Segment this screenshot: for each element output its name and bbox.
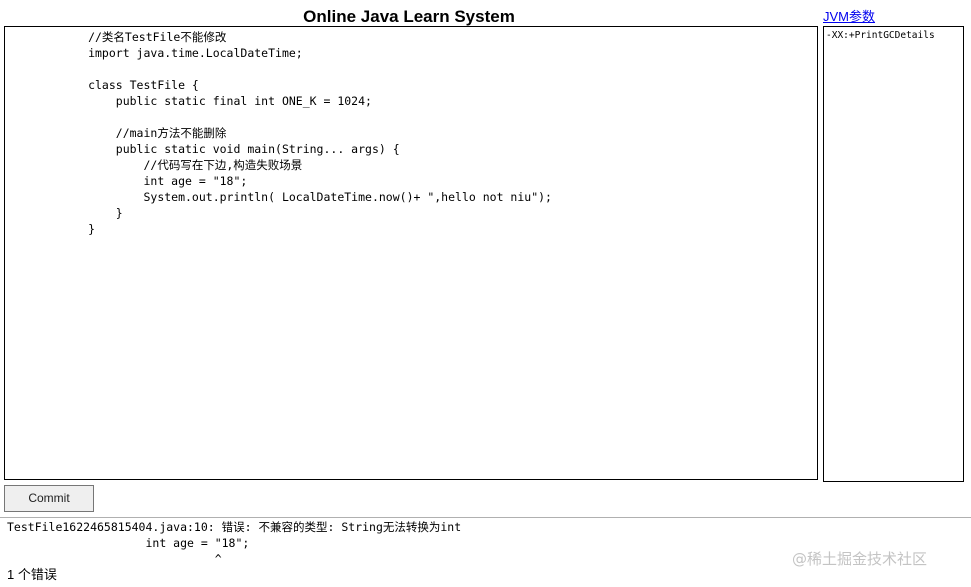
code-line: //代码写在下边,构造失败场景 bbox=[5, 158, 303, 172]
jvm-params-textarea[interactable]: -XX:+PrintGCDetails bbox=[823, 26, 964, 482]
code-line: class TestFile { bbox=[5, 78, 199, 92]
code-editor[interactable]: //类名TestFile不能修改 import java.time.LocalD… bbox=[4, 26, 818, 480]
code-line: //类名TestFile不能修改 bbox=[5, 30, 227, 44]
jvm-params-link[interactable]: JVM参数 bbox=[823, 9, 875, 25]
page-title: Online Java Learn System bbox=[303, 7, 515, 26]
code-line: //main方法不能删除 bbox=[5, 126, 227, 140]
commit-button[interactable]: Commit bbox=[4, 485, 94, 512]
code-line: public static void main(String... args) … bbox=[5, 142, 400, 156]
output-line: 1 个错误 bbox=[7, 567, 57, 582]
code-line: public static final int ONE_K = 1024; bbox=[5, 94, 372, 108]
code-line: } bbox=[5, 222, 96, 236]
watermark: @稀土掘金技术社区 bbox=[792, 550, 928, 568]
code-line: import java.time.LocalDateTime; bbox=[5, 46, 303, 60]
code-line: int age = "18"; bbox=[5, 174, 248, 188]
output-divider bbox=[0, 517, 971, 518]
code-line: System.out.println( LocalDateTime.now()+… bbox=[5, 190, 552, 204]
output-line: TestFile1622465815404.java:10: 错误: 不兼容的类… bbox=[7, 520, 462, 534]
code-line: } bbox=[5, 206, 123, 220]
